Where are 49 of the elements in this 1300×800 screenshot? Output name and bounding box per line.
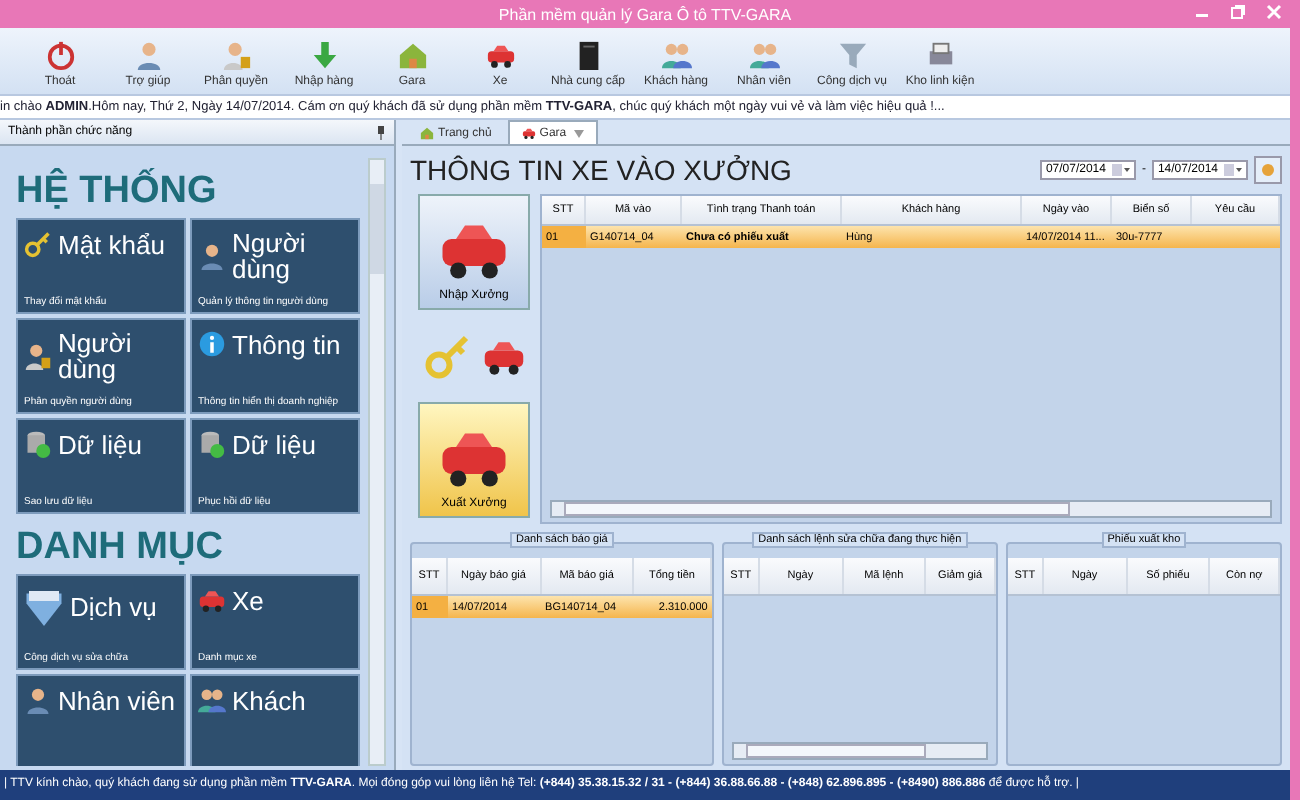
tile-title: Nhân viên xyxy=(58,687,176,713)
person-icon xyxy=(24,686,52,714)
circle-icon xyxy=(1260,162,1276,178)
tile-title: Thông tin xyxy=(232,331,341,357)
section-heading: HỆ THỐNG xyxy=(16,170,219,214)
person-lock-icon xyxy=(221,40,251,70)
page-title: THÔNG TIN XE VÀO XƯỞNG xyxy=(410,154,792,186)
database-icon xyxy=(198,430,226,458)
pin-icon[interactable] xyxy=(376,125,386,139)
car-icon xyxy=(485,40,515,70)
house-icon xyxy=(397,40,427,70)
person-icon xyxy=(198,242,226,270)
printer-icon xyxy=(925,40,955,70)
window-title: Phần mềm quản lý Gara Ô tô TTV-GARA xyxy=(498,5,792,23)
function-tile[interactable]: Nhân viên xyxy=(16,674,186,766)
key-icon xyxy=(24,230,52,258)
tile-title: Người dùng xyxy=(232,230,308,282)
people-icon xyxy=(749,40,779,70)
scrollbar[interactable] xyxy=(368,158,386,766)
people-icon xyxy=(198,686,226,714)
tab-icon xyxy=(521,126,536,140)
person-icon xyxy=(133,40,163,70)
tile-title: Người dùng xyxy=(58,330,134,382)
close-icon[interactable] xyxy=(1266,4,1282,20)
tile-title: Dịch vụ xyxy=(70,593,157,619)
calendar-dropdown-icon xyxy=(1224,164,1242,176)
horizontal-scrollbar[interactable] xyxy=(731,742,988,760)
tile-title: Dữ liệu xyxy=(232,431,316,457)
car-icon xyxy=(198,586,226,614)
tile-title: Dữ liệu xyxy=(58,431,142,457)
arrow-icon xyxy=(309,40,339,70)
calendar-dropdown-icon xyxy=(1111,164,1130,176)
horizontal-scrollbar[interactable] xyxy=(550,500,1272,518)
funnel-icon xyxy=(837,40,867,70)
tile-title: Mật khẩu xyxy=(58,231,165,257)
section-heading: DANH MỤC xyxy=(16,526,225,570)
function-tile[interactable]: Khách xyxy=(190,674,360,766)
database-icon xyxy=(24,430,52,458)
people-icon xyxy=(661,40,691,70)
search-button[interactable] xyxy=(1254,156,1282,184)
tile-title: Khách xyxy=(232,687,306,713)
tile-title: Xe xyxy=(232,587,264,613)
restore-icon[interactable] xyxy=(1230,4,1246,20)
tab-icon xyxy=(420,126,434,140)
dropdown-arrow-icon[interactable] xyxy=(574,129,585,137)
person-lock-icon xyxy=(24,342,52,370)
shield-icon xyxy=(24,586,64,626)
power-icon xyxy=(45,40,75,70)
info-icon xyxy=(198,330,226,358)
